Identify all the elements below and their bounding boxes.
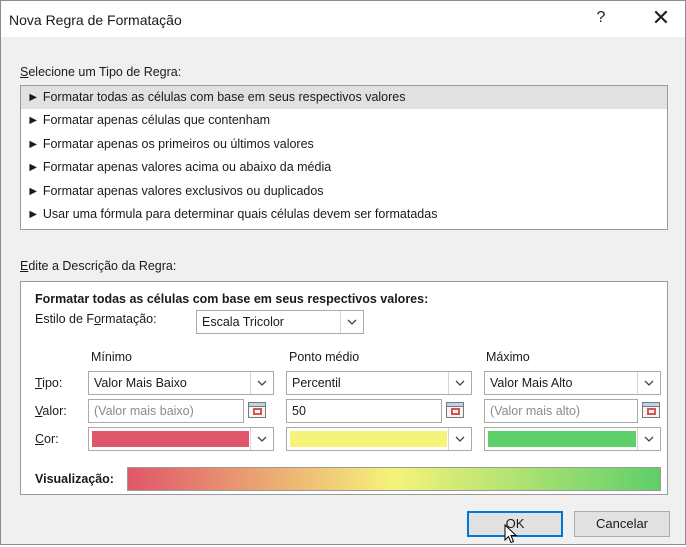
rule-type-item-all-cells[interactable]: ► Formatar todas as células com base em … — [21, 86, 667, 110]
column-max-header: Máximo — [486, 350, 530, 364]
format-style-dropdown[interactable]: Escala Tricolor — [196, 310, 364, 334]
cancel-button[interactable]: Cancelar — [574, 511, 670, 537]
mid-type-value: Percentil — [292, 376, 341, 390]
max-color-picker[interactable] — [484, 427, 661, 451]
max-type-value: Valor Mais Alto — [490, 376, 573, 390]
title-bar: Nova Regra de Formatação ? ✕ — [1, 1, 685, 37]
rule-description-panel: Formatar todas as células com base em se… — [20, 281, 668, 495]
min-type-dropdown[interactable]: Valor Mais Baixo — [88, 371, 274, 395]
value-row-label: Valor: — [35, 404, 67, 418]
close-button[interactable]: ✕ — [647, 5, 675, 31]
chevron-down-icon — [637, 372, 660, 394]
preview-label: Visualização: — [35, 472, 114, 486]
mid-value-text: 50 — [292, 404, 306, 418]
mid-color-swatch — [290, 431, 447, 447]
min-type-value: Valor Mais Baixo — [94, 376, 187, 390]
help-button[interactable]: ? — [591, 9, 611, 27]
description-title: Formatar todas as células com base em se… — [35, 292, 429, 306]
rule-type-item-top-bottom[interactable]: ► Formatar apenas os primeiros ou último… — [21, 133, 667, 156]
rule-description-heading: Edite a Descrição da Regra: — [20, 259, 177, 273]
max-value-placeholder: (Valor mais alto) — [490, 404, 581, 418]
new-formatting-rule-dialog: Nova Regra de Formatação ? ✕ Selecione u… — [0, 0, 686, 545]
column-mid-header: Ponto médio — [289, 350, 360, 364]
range-select-icon[interactable] — [445, 400, 465, 420]
color-row-label: Cor: — [35, 432, 59, 446]
range-select-icon[interactable] — [641, 400, 661, 420]
min-color-swatch — [92, 431, 249, 447]
min-value-placeholder: (Valor mais baixo) — [94, 404, 194, 418]
mid-value-input[interactable]: 50 — [286, 399, 442, 423]
rule-type-heading: Selecione um Tipo de Regra: — [20, 65, 182, 79]
max-type-dropdown[interactable]: Valor Mais Alto — [484, 371, 661, 395]
rule-type-item-above-below-average[interactable]: ► Formatar apenas valores acima ou abaix… — [21, 156, 667, 179]
type-row-label: Tipo: — [35, 376, 63, 390]
preview-gradient-bar — [127, 467, 661, 491]
max-value-input[interactable]: (Valor mais alto) — [484, 399, 638, 423]
chevron-down-icon — [340, 311, 363, 333]
format-style-label: Estilo de Formatação: — [35, 312, 157, 326]
min-value-input[interactable]: (Valor mais baixo) — [88, 399, 244, 423]
rule-type-item-formula[interactable]: ► Usar uma fórmula para determinar quais… — [21, 203, 667, 226]
chevron-down-icon — [250, 428, 273, 450]
chevron-down-icon — [637, 428, 660, 450]
mid-color-picker[interactable] — [286, 427, 472, 451]
column-min-header: Mínimo — [91, 350, 132, 364]
max-color-swatch — [488, 431, 636, 447]
rule-type-item-unique-duplicate[interactable]: ► Formatar apenas valores exclusivos ou … — [21, 180, 667, 203]
chevron-down-icon — [250, 372, 273, 394]
rule-type-list[interactable]: ► Formatar todas as células com base em … — [20, 85, 668, 230]
mid-type-dropdown[interactable]: Percentil — [286, 371, 472, 395]
format-style-value: Escala Tricolor — [202, 315, 284, 329]
range-select-icon[interactable] — [247, 400, 267, 420]
chevron-down-icon — [448, 428, 471, 450]
min-color-picker[interactable] — [88, 427, 274, 451]
chevron-down-icon — [448, 372, 471, 394]
rule-type-item-contains[interactable]: ► Formatar apenas células que contenham — [21, 109, 667, 132]
mouse-cursor-icon — [504, 523, 518, 544]
dialog-title: Nova Regra de Formatação — [9, 12, 182, 28]
